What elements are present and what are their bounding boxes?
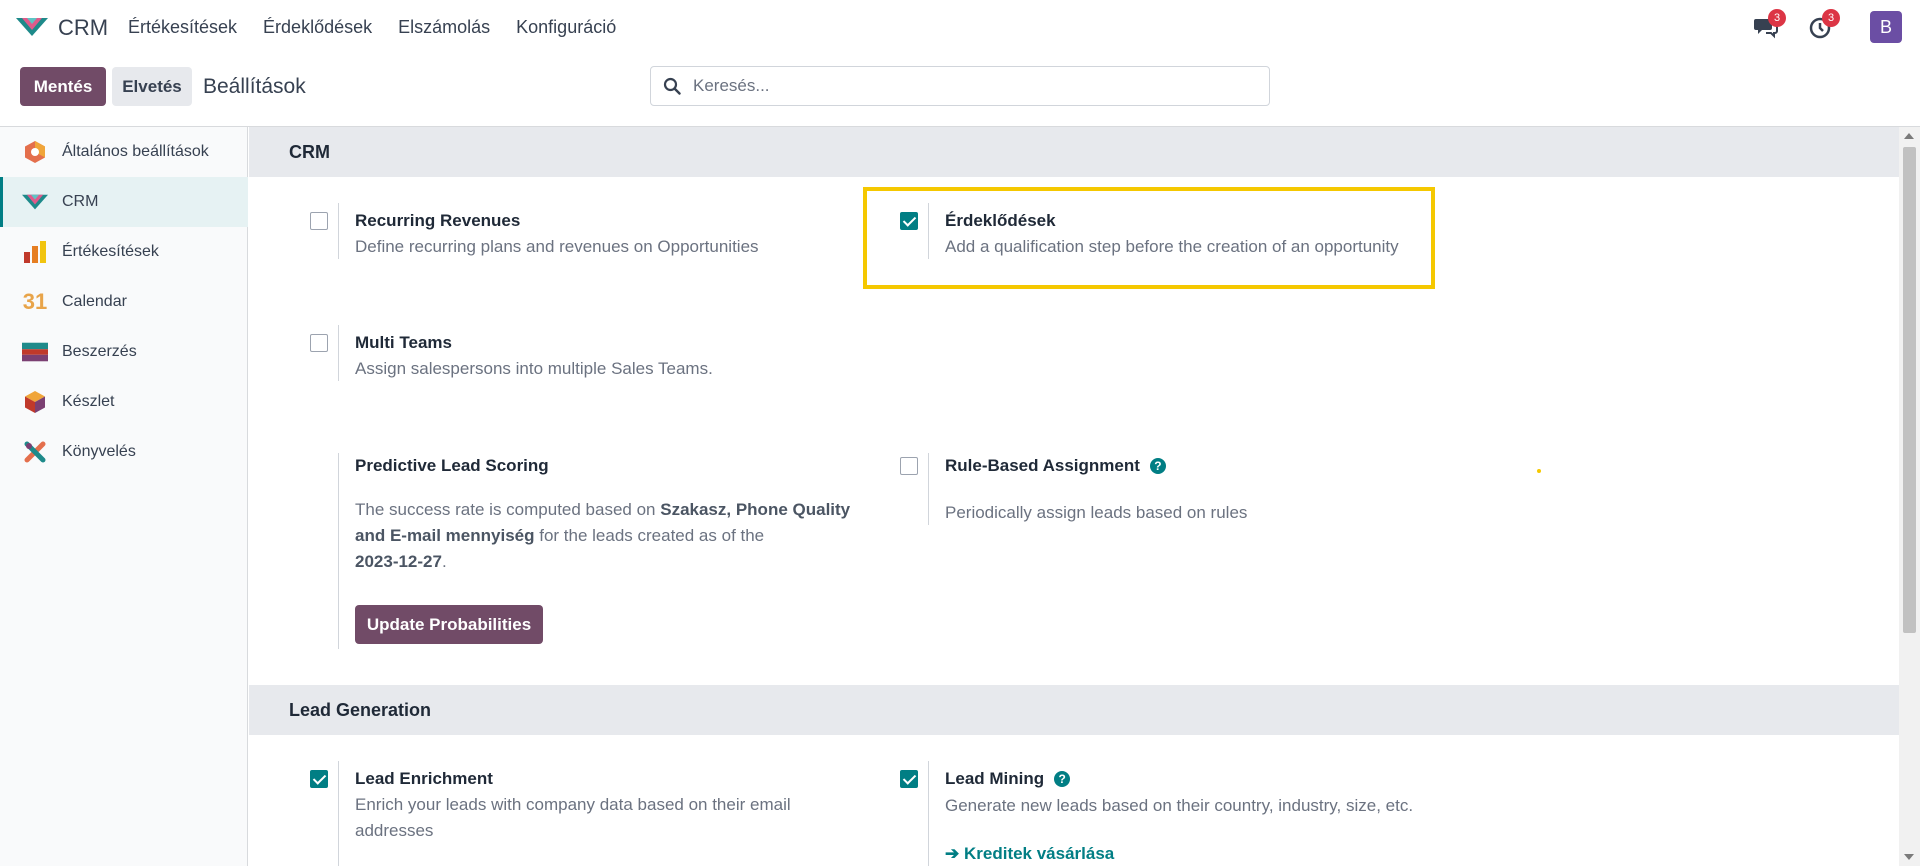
setting-divider <box>338 325 339 381</box>
activities-badge: 3 <box>1822 9 1840 27</box>
help-icon[interactable]: ? <box>1054 771 1071 787</box>
sidebar-item-crm[interactable]: CRM <box>0 177 248 227</box>
section-header-lead-generation: Lead Generation <box>249 685 1899 735</box>
help-icon[interactable]: ? <box>1149 458 1166 474</box>
multi-teams-title: Multi Teams <box>355 333 452 352</box>
sidebar-item-accounting[interactable]: Könyvelés <box>0 427 248 477</box>
setting-divider <box>928 203 929 259</box>
settings-content: CRM Recurring Revenues Define recurring … <box>249 127 1899 866</box>
setting-divider <box>338 761 339 866</box>
pls-desc-text-2: for the leads created as of the <box>534 526 765 545</box>
setting-divider <box>928 453 929 525</box>
lead-mining-label: Lead Mining <box>945 769 1045 788</box>
purchase-icon <box>22 339 48 365</box>
sidebar-item-label: Értékesítések <box>62 243 159 260</box>
pls-desc: The success rate is computed based on Sz… <box>355 497 885 575</box>
pls-title: Predictive Lead Scoring <box>355 456 549 475</box>
menu-item-leads[interactable]: Érdeklődések <box>263 17 372 38</box>
lead-enrichment-desc-1: Enrich your leads with company data base… <box>355 795 791 814</box>
pls-desc-fields: Szakasz, Phone Quality <box>660 500 851 519</box>
discard-button[interactable]: Elvetés <box>112 67 192 106</box>
rule-based-assignment-title: Rule-Based Assignment? <box>945 456 1166 476</box>
search-icon <box>663 77 681 95</box>
pls-desc-text: The success rate is computed based on <box>355 500 661 519</box>
search-input[interactable] <box>693 76 1233 96</box>
recurring-revenues-desc: Define recurring plans and revenues on O… <box>355 237 759 256</box>
activities-button[interactable]: 3 <box>1808 9 1840 41</box>
sidebar-item-label: Általános beállítások <box>62 143 209 160</box>
messages-badge: 3 <box>1768 9 1786 27</box>
calendar-icon: 31 <box>22 289 48 314</box>
scroll-down-icon[interactable] <box>1904 854 1914 860</box>
setting-divider <box>928 761 929 866</box>
sidebar-item-label: Calendar <box>62 293 127 310</box>
app-name[interactable]: CRM <box>58 15 108 41</box>
rule-based-assignment-checkbox[interactable] <box>900 457 918 475</box>
recurring-revenues-checkbox[interactable] <box>310 212 328 230</box>
pls-desc-fields-2: and E-mail mennyiség <box>355 526 535 545</box>
content-scrollbar[interactable] <box>1899 127 1920 866</box>
setting-divider <box>338 453 339 649</box>
sidebar-item-label: Beszerzés <box>62 343 137 360</box>
sidebar-item-label: CRM <box>62 193 99 210</box>
lead-enrichment-checkbox[interactable] <box>310 770 328 788</box>
accounting-icon <box>22 439 48 465</box>
sidebar-item-calendar[interactable]: 31 Calendar <box>0 277 248 327</box>
rule-based-assignment-desc: Periodically assign leads based on rules <box>945 503 1248 522</box>
crm-logo-icon[interactable] <box>16 16 48 38</box>
breadcrumb: Beállítások <box>203 75 306 98</box>
arrow-right-icon: ➔ <box>945 844 960 863</box>
pls-desc-end: . <box>441 552 447 571</box>
lead-enrichment-desc-2: addresses <box>355 821 434 840</box>
update-probabilities-button[interactable]: Update Probabilities <box>355 605 543 644</box>
recurring-revenues-title: Recurring Revenues <box>355 211 521 230</box>
inventory-icon <box>22 389 48 415</box>
sales-icon <box>22 239 48 265</box>
main-menu: Értékesítések Érdeklődések Elszámolás Ko… <box>128 17 616 38</box>
menu-item-configuration[interactable]: Konfiguráció <box>516 17 616 38</box>
scroll-up-icon[interactable] <box>1904 133 1914 139</box>
menu-item-sales[interactable]: Értékesítések <box>128 17 237 38</box>
lead-mining-checkbox[interactable] <box>900 770 918 788</box>
sidebar-item-general-settings[interactable]: Általános beállítások <box>0 127 248 177</box>
lead-mining-title: Lead Mining? <box>945 769 1071 789</box>
sidebar-item-label: Készlet <box>62 393 115 410</box>
sidebar-item-purchase[interactable]: Beszerzés <box>0 327 248 377</box>
multi-teams-checkbox[interactable] <box>310 334 328 352</box>
lead-enrichment-desc: Enrich your leads with company data base… <box>355 792 791 844</box>
pls-desc-date: 2023-12-27 <box>355 552 442 571</box>
cursor-dot <box>1537 469 1541 473</box>
top-navbar: CRM Értékesítések Érdeklődések Elszámolá… <box>0 0 1920 55</box>
save-button[interactable]: Mentés <box>20 67 106 106</box>
lead-mining-desc: Generate new leads based on their countr… <box>945 796 1414 815</box>
sidebar-item-inventory[interactable]: Készlet <box>0 377 248 427</box>
settings-sidebar: Általános beállítások CRM Értékesítések … <box>0 127 248 866</box>
sidebar-item-label: Könyvelés <box>62 443 136 460</box>
section-header-crm: CRM <box>249 127 1899 177</box>
crm-icon <box>22 189 48 215</box>
user-avatar[interactable]: B <box>1870 11 1902 43</box>
multi-teams-desc: Assign salespersons into multiple Sales … <box>355 359 713 378</box>
leads-desc: Add a qualification step before the crea… <box>945 237 1399 256</box>
menu-item-reporting[interactable]: Elszámolás <box>398 17 490 38</box>
setting-divider <box>338 203 339 259</box>
buy-credits-label: Kreditek vásárlása <box>963 844 1115 863</box>
rule-based-assignment-label: Rule-Based Assignment <box>945 456 1140 475</box>
lead-enrichment-title: Lead Enrichment <box>355 769 493 788</box>
leads-checkbox[interactable] <box>900 212 918 230</box>
leads-title: Érdeklődések <box>945 211 1056 230</box>
sidebar-item-sales[interactable]: Értékesítések <box>0 227 248 277</box>
scroll-thumb[interactable] <box>1903 147 1916 633</box>
search-box[interactable] <box>650 66 1270 106</box>
settings-icon <box>22 139 48 165</box>
buy-credits-link[interactable]: ➔ Kreditek vásárlása <box>945 844 1114 864</box>
messages-button[interactable]: 3 <box>1754 9 1786 41</box>
